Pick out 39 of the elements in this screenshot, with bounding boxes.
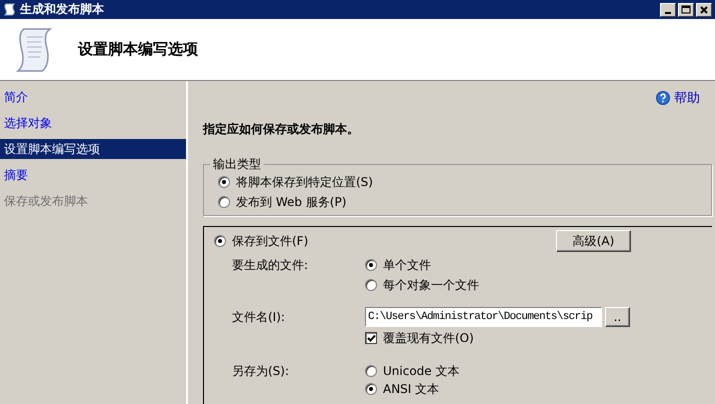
help-link[interactable]: 帮助 [656, 89, 700, 107]
radio-button[interactable] [365, 259, 377, 271]
option-label: ANSI 文本 [383, 380, 440, 398]
option-label: 每个对象一个文件 [383, 276, 479, 294]
close-button[interactable] [696, 2, 712, 16]
help-icon [656, 91, 670, 105]
sidebar-item[interactable]: 设置脚本编写选项 [0, 139, 186, 159]
field-label: 要生成的文件: [232, 257, 310, 274]
option-label: 发布到 Web 服务(P) [236, 194, 346, 210]
group-legend: 输出类型 [210, 156, 264, 173]
maximize-button[interactable] [678, 2, 694, 16]
field-label: 另存为(S): [232, 363, 290, 380]
file-name-field[interactable]: C:\Users\Administrator\Documents\scrip [365, 307, 602, 327]
option-label: 覆盖现有文件(O) [383, 330, 474, 346]
option-label: 单个文件 [383, 256, 431, 274]
checkbox[interactable] [365, 332, 377, 344]
option-label: Unicode 文本 [383, 362, 460, 380]
minimize-icon [665, 12, 671, 14]
option-label: 将脚本保存到特定位置(S) [236, 174, 373, 190]
field-label: 文件名(I): [232, 309, 286, 326]
minimize-button[interactable] [660, 2, 676, 16]
radio-button[interactable] [365, 365, 377, 377]
radio-button[interactable] [218, 176, 230, 188]
radio-button[interactable] [365, 383, 377, 395]
script-icon [3, 3, 16, 16]
close-icon [700, 6, 708, 14]
window-title: 生成和发布脚本 [20, 1, 105, 18]
sidebar-item[interactable]: 选择对象 [0, 113, 186, 133]
instruction-text: 指定应如何保存或发布脚本。 [203, 121, 360, 138]
radio-button[interactable] [218, 196, 230, 208]
page-title: 设置脚本编写选项 [78, 40, 198, 59]
radio-button[interactable] [365, 279, 377, 291]
sidebar-item[interactable]: 摘要 [0, 165, 186, 185]
browse-button[interactable]: .. [605, 307, 630, 327]
advanced-button[interactable]: 高级(A) [556, 230, 631, 252]
maximize-icon [681, 5, 691, 14]
option-label: 保存到文件(F) [232, 232, 308, 250]
radio-button[interactable] [214, 235, 226, 247]
sidebar-item[interactable]: 简介 [0, 87, 186, 107]
